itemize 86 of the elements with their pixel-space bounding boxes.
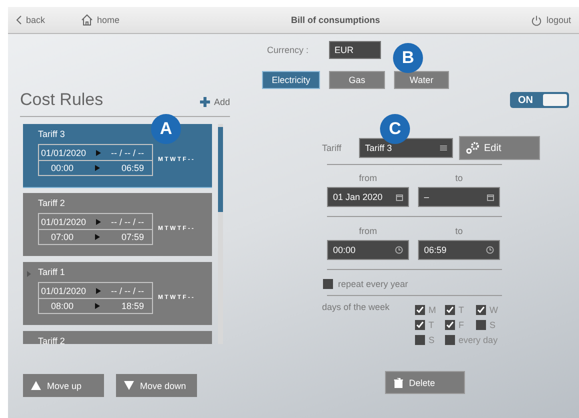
day-label: every day xyxy=(458,335,498,345)
arrow-icon xyxy=(95,303,100,309)
day-label: W xyxy=(490,305,498,315)
checkbox[interactable] xyxy=(414,335,425,345)
calendar-icon xyxy=(396,194,403,200)
move-down-button[interactable]: Move down xyxy=(116,374,197,397)
checkbox[interactable] xyxy=(444,305,455,315)
gears-icon xyxy=(466,142,480,154)
move-up-button[interactable]: Move up xyxy=(23,374,104,397)
window-title: Bill of consumptions xyxy=(290,15,381,25)
checkbox[interactable] xyxy=(414,305,425,315)
day-label: S xyxy=(490,320,496,330)
logout-button[interactable]: logout xyxy=(531,14,571,26)
tariff-name: Tariff 2 xyxy=(38,198,66,208)
day-label: S xyxy=(428,335,435,345)
checkbox[interactable] xyxy=(323,279,333,289)
checkbox[interactable] xyxy=(444,320,455,330)
end-date-field[interactable]: – xyxy=(418,187,500,207)
down-triangle-icon xyxy=(124,381,134,390)
callout-badge: A xyxy=(151,114,181,144)
end-time: 06:59 xyxy=(121,163,144,173)
back-button[interactable]: back xyxy=(16,15,46,25)
end-date: -- / -- / -- xyxy=(110,148,144,158)
checkbox[interactable] xyxy=(476,320,486,330)
tariff-select[interactable]: Tariff 3 xyxy=(359,138,453,158)
edit-button[interactable]: Edit xyxy=(459,136,540,160)
up-triangle-icon xyxy=(31,381,41,390)
add-button[interactable]: Add xyxy=(200,97,230,110)
checkbox[interactable] xyxy=(414,320,425,330)
day-label: T xyxy=(458,305,464,315)
menu-icon xyxy=(440,145,447,151)
utility-tab[interactable]: Electricity xyxy=(262,71,320,89)
power-icon xyxy=(531,14,542,26)
end-time: 18:59 xyxy=(121,301,144,311)
checkbox[interactable] xyxy=(476,305,486,315)
arrow-icon xyxy=(96,218,102,224)
back-icon xyxy=(16,15,22,25)
clock-icon xyxy=(486,246,494,254)
currency-field[interactable]: EUR xyxy=(328,41,381,59)
tariff-name: Tariff 1 xyxy=(38,267,66,277)
utility-tab[interactable]: Gas xyxy=(329,71,385,89)
days-label: days of the week xyxy=(322,302,390,314)
to-label: to xyxy=(455,173,463,183)
start-date-field[interactable]: 01 Jan 2020 xyxy=(327,187,409,207)
day-label: F xyxy=(458,320,464,330)
arrow-icon xyxy=(96,288,102,294)
arrow-icon xyxy=(95,234,100,240)
on-off-switch[interactable]: ON xyxy=(510,92,569,108)
start-time: 08:00 xyxy=(51,301,74,311)
plus-icon xyxy=(200,97,210,107)
to-label: to xyxy=(455,226,463,236)
arrow-icon xyxy=(96,150,102,156)
from-label: from xyxy=(359,226,377,236)
repeat-label: repeat every year xyxy=(338,279,408,289)
tariff-name: Tariff 3 xyxy=(38,129,66,139)
start-time: 07:00 xyxy=(51,232,74,242)
start-date: 01/01/2020 xyxy=(41,216,86,226)
delete-button[interactable]: Delete xyxy=(385,371,465,394)
tariff-card[interactable]: Tariff 2 xyxy=(23,331,212,344)
trash-icon xyxy=(394,378,403,388)
end-time-field[interactable]: 06:59 xyxy=(418,240,500,260)
currency-label: Currency : xyxy=(267,45,309,55)
tariff-label: Tariff xyxy=(322,143,342,153)
callout-badge: B xyxy=(393,43,423,73)
home-button[interactable]: home xyxy=(81,14,120,26)
checkbox[interactable] xyxy=(444,335,455,345)
end-date: -- / -- / -- xyxy=(110,286,144,296)
section-title: Cost Rules xyxy=(20,90,104,110)
clock-icon xyxy=(395,246,403,254)
calendar-icon xyxy=(487,194,494,200)
day-label: T xyxy=(428,320,434,330)
tariff-name: Tariff 2 xyxy=(38,336,66,344)
home-icon xyxy=(81,14,94,26)
scroll-thumb[interactable] xyxy=(218,127,223,212)
start-time-field[interactable]: 00:00 xyxy=(327,240,409,260)
end-date: -- / -- / -- xyxy=(110,216,144,226)
end-time: 07:59 xyxy=(121,232,144,242)
arrow-icon xyxy=(95,165,100,171)
from-label: from xyxy=(359,173,377,183)
day-label: M xyxy=(428,305,436,315)
start-time: 00:00 xyxy=(51,163,74,173)
callout-badge: C xyxy=(380,114,410,144)
start-date: 01/01/2020 xyxy=(41,286,86,296)
start-date: 01/01/2020 xyxy=(41,148,86,158)
utility-tab[interactable]: Water xyxy=(394,71,449,89)
scrollbar[interactable] xyxy=(218,124,223,344)
